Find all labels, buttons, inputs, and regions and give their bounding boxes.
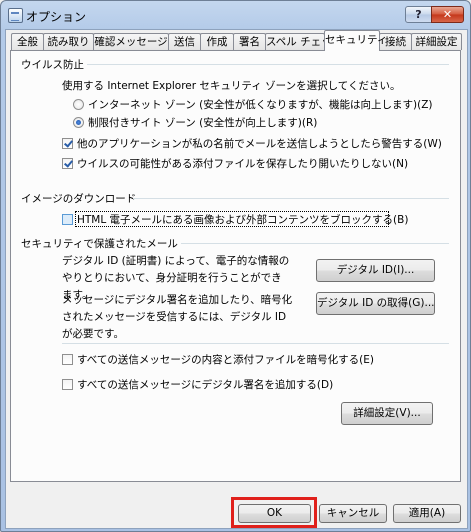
cancel-button[interactable]: キャンセル: [319, 504, 387, 523]
tab-general[interactable]: 全般: [11, 33, 44, 50]
image-download-heading: イメージのダウンロード: [21, 193, 137, 205]
encrypt-all-checkbox[interactable]: [62, 354, 73, 365]
internet-zone-label[interactable]: インターネット ゾーン (安全性が低くなりますが、機能は向上します)(Z): [88, 97, 433, 112]
block-attachments-label[interactable]: ウイルスの可能性がある添付ファイルを保存したり開いたりしない(N): [77, 156, 408, 171]
mail-app-icon: [8, 8, 23, 23]
restricted-zone-radio[interactable]: [73, 117, 84, 128]
divider: [62, 343, 449, 344]
digital-id-button[interactable]: デジタル ID(I)...: [316, 259, 435, 282]
tab-spelling[interactable]: スペル チェック: [265, 33, 342, 50]
tab-security[interactable]: セキュリティ: [324, 30, 387, 51]
zone-prompt: 使用する Internet Explorer セキュリティ ゾーンを選択してくだ…: [62, 80, 401, 92]
apply-button[interactable]: 適用(A): [393, 504, 461, 523]
security-panel: ウイルス防止 使用する Internet Explorer セキュリティ ゾーン…: [10, 50, 461, 482]
tab-read[interactable]: 読み取り: [43, 33, 94, 50]
dialog-client: 全般 読み取り 確認メッセージ 送信 作成 署名 スペル チェック セキュリティ…: [5, 29, 468, 529]
divider: [181, 243, 449, 244]
close-button[interactable]: ✕: [431, 6, 464, 23]
tab-advanced[interactable]: 詳細設定: [411, 33, 462, 50]
warn-send-checkbox[interactable]: [62, 138, 73, 149]
tab-send[interactable]: 送信: [168, 33, 201, 50]
help-button[interactable]: ?: [405, 6, 432, 23]
block-images-checkbox[interactable]: [62, 214, 73, 225]
tab-signatures[interactable]: 署名: [233, 33, 266, 50]
block-attachments-checkbox[interactable]: [62, 158, 73, 169]
tab-receipts[interactable]: 確認メッセージ: [93, 33, 169, 50]
encrypt-all-label[interactable]: すべての送信メッセージの内容と添付ファイルを暗号化する(E): [77, 352, 374, 367]
divider: [87, 64, 449, 65]
sign-all-label[interactable]: すべての送信メッセージにデジタル署名を追加する(D): [77, 377, 333, 392]
options-window: オプション ? ✕ 全般 読み取り 確認メッセージ 送信 作成 署名 スペル チ…: [0, 0, 471, 532]
advanced-settings-button[interactable]: 詳細設定(V)...: [341, 402, 433, 425]
ok-button[interactable]: OK: [238, 504, 311, 523]
tab-compose[interactable]: 作成: [200, 33, 234, 50]
virus-protection-heading: ウイルス防止: [21, 59, 84, 71]
secure-mail-heading: セキュリティで保護されたメール: [21, 238, 178, 250]
sign-all-checkbox[interactable]: [62, 379, 73, 390]
get-digital-id-description: メッセージにデジタル署名を追加したり、暗号化されたメッセージを受信するには、デジ…: [62, 294, 293, 340]
window-title: オプション: [26, 10, 87, 24]
restricted-zone-label[interactable]: 制限付きサイト ゾーン (安全性が向上します)(R): [88, 115, 317, 130]
divider: [133, 198, 449, 199]
block-images-label[interactable]: HTML 電子メールにある画像および外部コンテンツをブロックする(B): [77, 212, 408, 227]
title-bar[interactable]: オプション ? ✕: [1, 1, 470, 29]
internet-zone-radio[interactable]: [73, 99, 84, 110]
close-icon: ✕: [442, 8, 453, 21]
warn-send-label[interactable]: 他のアプリケーションが私の名前でメールを送信しようとしたら警告する(W): [77, 136, 442, 151]
get-digital-id-button[interactable]: デジタル ID の取得(G)...: [316, 292, 435, 315]
